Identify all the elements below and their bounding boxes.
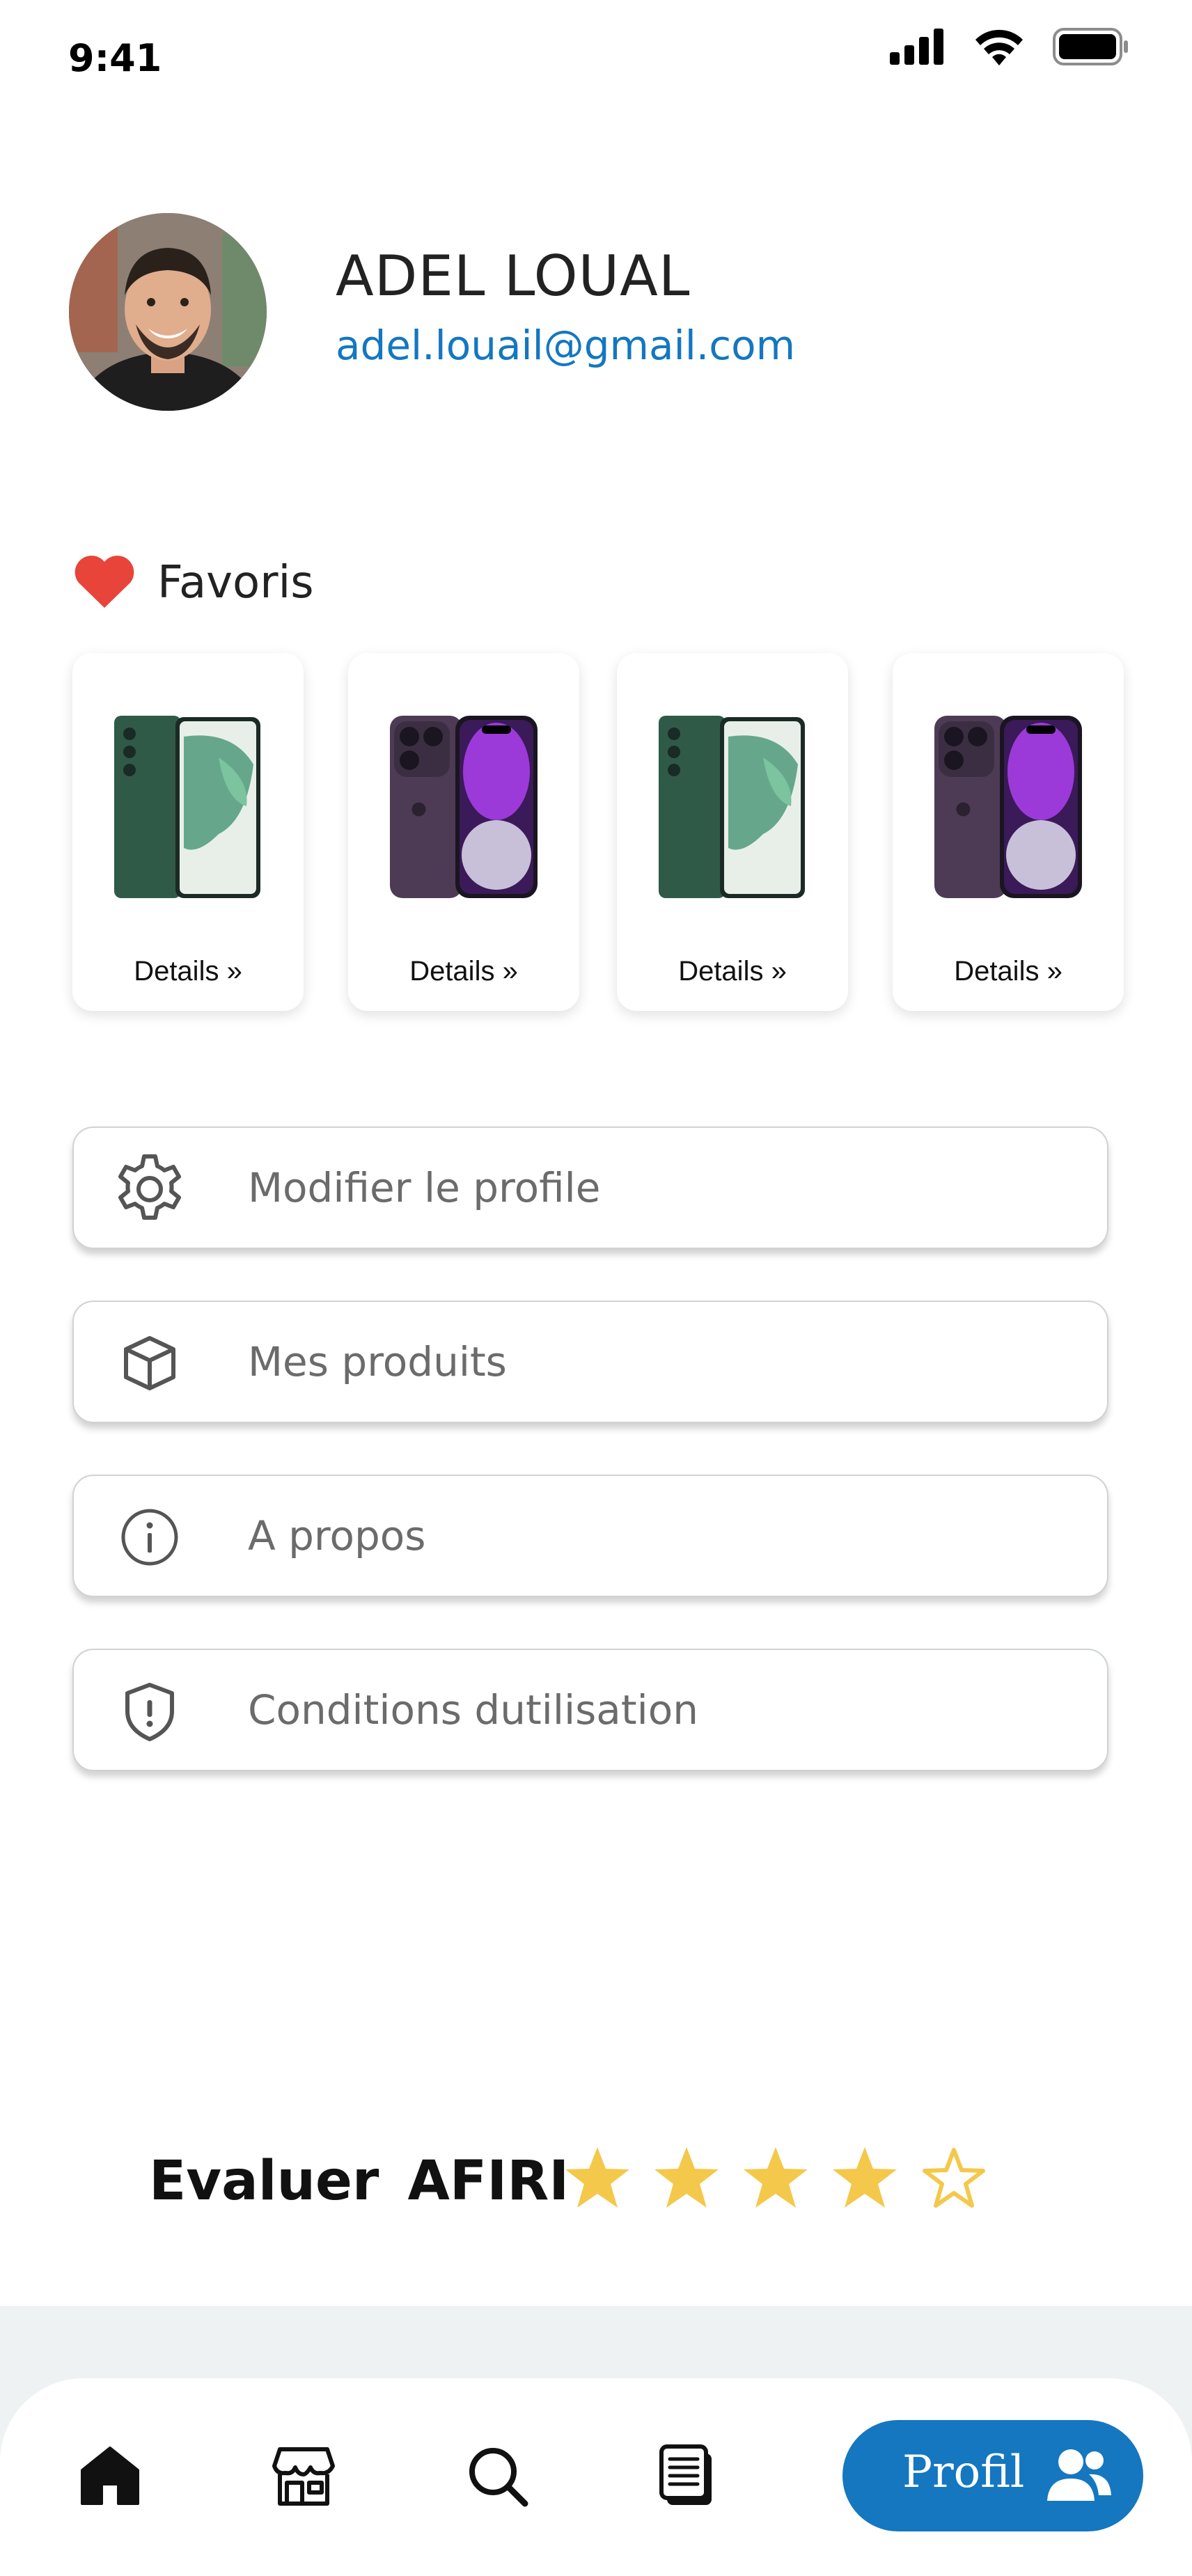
- star-rating[interactable]: [563, 2143, 989, 2213]
- details-link[interactable]: Details »: [617, 956, 848, 987]
- home-icon[interactable]: [77, 2442, 143, 2509]
- status-time: 9:41: [68, 36, 162, 80]
- phone-image: [934, 716, 1082, 898]
- terms-button[interactable]: Conditions dutilisation: [72, 1649, 1108, 1771]
- details-link[interactable]: Details »: [348, 956, 579, 987]
- star-filled-icon[interactable]: [741, 2143, 810, 2213]
- favorite-card[interactable]: Details »: [893, 653, 1124, 1011]
- search-icon[interactable]: [464, 2442, 531, 2509]
- phone-image: [114, 716, 260, 898]
- edit-profile-button[interactable]: Modifier le profile: [72, 1126, 1108, 1249]
- heart-icon: [74, 556, 134, 608]
- details-link[interactable]: Details »: [72, 956, 304, 987]
- about-button[interactable]: A propos: [72, 1475, 1108, 1597]
- details-link[interactable]: Details »: [893, 956, 1124, 987]
- wifi-icon: [975, 29, 1023, 65]
- star-empty-icon[interactable]: [919, 2143, 989, 2213]
- star-filled-icon[interactable]: [563, 2143, 632, 2213]
- profile-email: adel.louail@gmail.com: [336, 322, 796, 369]
- favorite-card[interactable]: Details »: [348, 653, 579, 1011]
- info-icon: [111, 1507, 188, 1568]
- shield-icon: [111, 1681, 188, 1742]
- rating-label: Evaluer AFIRI: [149, 2150, 570, 2213]
- battery-icon: [1053, 28, 1128, 65]
- menu-label: Conditions dutilisation: [248, 1686, 698, 1734]
- avatar-photo: [69, 213, 267, 411]
- menu-label: Modifier le profile: [248, 1164, 601, 1211]
- menu-label: Mes produits: [248, 1338, 507, 1385]
- avatar[interactable]: [69, 213, 267, 411]
- profile-name: ADEL LOUAL: [336, 244, 691, 308]
- menu-label: A propos: [248, 1512, 426, 1560]
- nav-profile-tab[interactable]: Profil: [842, 2420, 1143, 2531]
- phone-image: [659, 716, 805, 898]
- favorite-card[interactable]: Details »: [72, 653, 304, 1011]
- news-icon[interactable]: [654, 2442, 721, 2509]
- star-filled-icon[interactable]: [830, 2143, 900, 2213]
- favorites-title: Favoris: [157, 557, 314, 608]
- phone-image: [390, 716, 538, 898]
- star-filled-icon[interactable]: [652, 2143, 721, 2213]
- store-icon[interactable]: [270, 2442, 337, 2509]
- status-icons: [890, 28, 1129, 65]
- box-icon: [111, 1333, 188, 1394]
- signal-icon: [890, 29, 943, 65]
- favorite-card[interactable]: Details »: [617, 653, 848, 1011]
- users-icon: [1047, 2449, 1111, 2501]
- my-products-button[interactable]: Mes produits: [72, 1301, 1108, 1423]
- gear-icon: [111, 1154, 188, 1220]
- nav-profile-label: Profil: [902, 2447, 1025, 2498]
